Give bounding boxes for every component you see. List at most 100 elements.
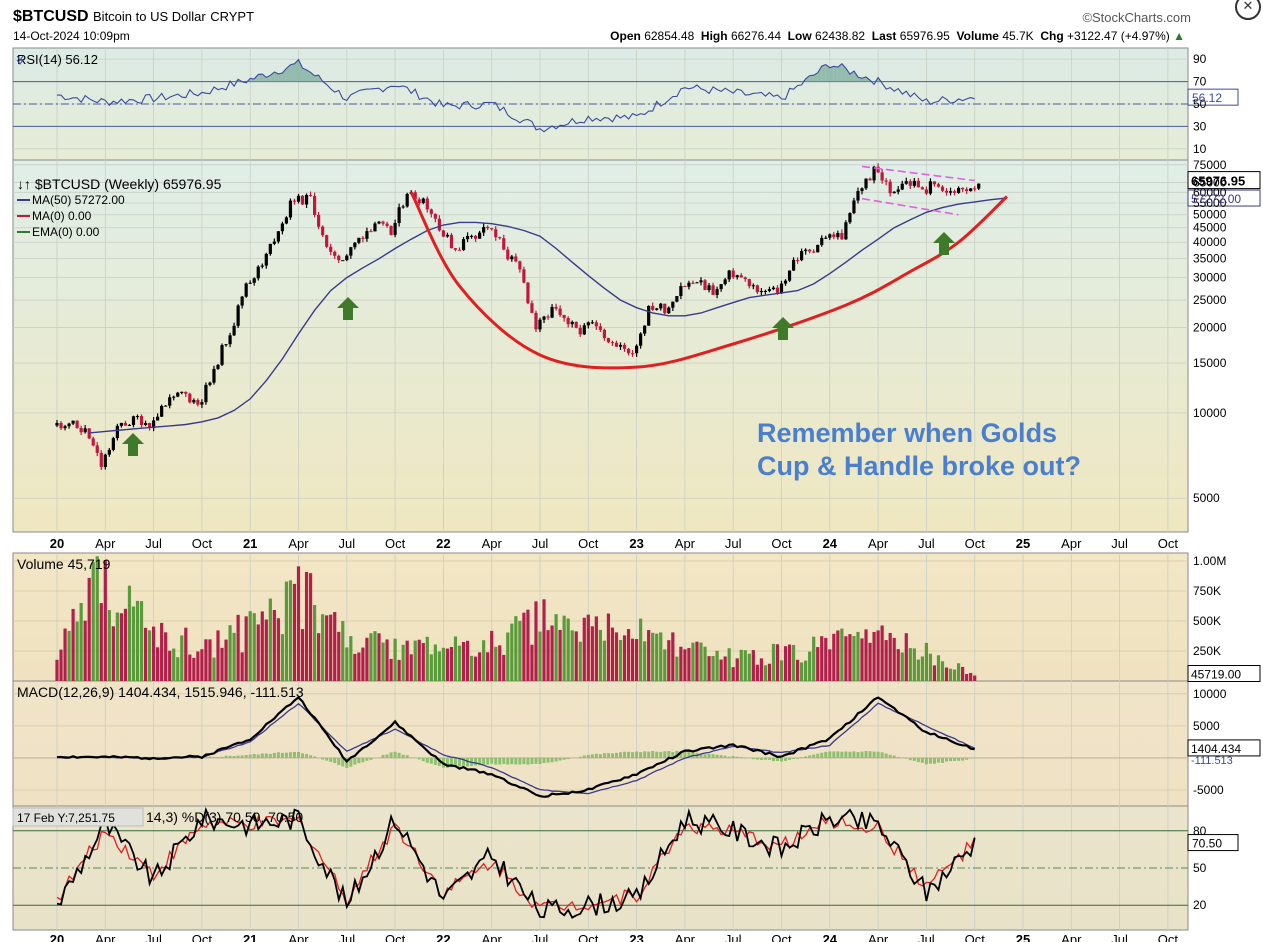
volume-bar: [59, 649, 63, 681]
price-candle: [55, 422, 59, 426]
volume-bar: [647, 630, 651, 681]
macd-histogram-bar: [276, 752, 280, 758]
volume-bar: [317, 633, 321, 681]
price-candle: [880, 172, 884, 181]
volume-bar: [888, 632, 892, 681]
macd-histogram-bar: [220, 756, 224, 758]
price-candle: [908, 181, 912, 186]
volume-bar: [723, 656, 727, 681]
macd-histogram-bar: [780, 757, 783, 762]
volume-bar: [566, 618, 570, 681]
macd-histogram-bar: [586, 754, 590, 758]
macd-histogram-bar: [936, 757, 940, 763]
macd-histogram-bar: [800, 757, 804, 758]
volume-bar: [904, 633, 908, 681]
price-candle: [973, 188, 977, 190]
price-candle: [469, 235, 474, 237]
volume-bar: [365, 637, 369, 681]
volume-bar: [783, 646, 788, 681]
macd-histogram-bar: [932, 757, 936, 764]
volume-bar: [413, 640, 417, 681]
price-candle: [626, 348, 631, 354]
volume-bar: [502, 654, 506, 681]
volume-bar: [586, 614, 590, 681]
price-candle: [188, 393, 192, 403]
price-candle: [900, 183, 904, 190]
price-tick-label: 75000: [1193, 158, 1227, 172]
volume-bar: [79, 602, 83, 681]
rsi-overbought-fill: [833, 66, 838, 82]
date-axis-label-bottom: 25: [1016, 932, 1030, 942]
price-candle: [924, 189, 928, 194]
price-candle: [655, 308, 659, 310]
price-candle: [79, 428, 83, 433]
price-candle: [184, 391, 188, 394]
volume-bar: [333, 612, 337, 681]
price-candle: [896, 189, 900, 192]
volume-bar: [812, 636, 816, 681]
date-axis-label: Apr: [1061, 536, 1082, 551]
up-arrow-icon: ▲: [1173, 29, 1185, 43]
price-candle: [333, 251, 337, 256]
macd-histogram-bar: [896, 756, 900, 758]
macd-histogram-bar: [486, 757, 490, 765]
symbol-header: $BTCUSD Bitcoin to US Dollar CRYPT: [13, 8, 254, 26]
macd-histogram-bar: [309, 755, 313, 758]
volume-bar: [292, 583, 297, 681]
price-candle: [449, 234, 454, 249]
price-candle: [510, 256, 514, 260]
volume-bar: [252, 613, 256, 681]
macd-histogram-bar: [212, 756, 216, 758]
volume-bar: [264, 619, 268, 681]
volume-bar: [948, 668, 953, 681]
price-candle: [325, 235, 329, 247]
volume-bar: [755, 664, 759, 681]
macd-histogram-bar: [707, 753, 711, 758]
volume-bar: [510, 623, 514, 681]
volume-bar: [944, 667, 949, 681]
macd-histogram-bar: [506, 757, 510, 765]
price-candle: [675, 296, 679, 302]
macd-histogram-bar: [510, 757, 514, 765]
date-axis-label-bottom: Jul: [145, 932, 162, 942]
macd-histogram-bar: [892, 755, 896, 758]
volume-bar: [115, 612, 119, 681]
volume-bar: [554, 614, 558, 681]
price-candle: [695, 282, 699, 284]
volume-bar: [498, 645, 502, 681]
price-candle: [844, 222, 848, 240]
price-candle: [727, 270, 731, 280]
price-candle: [490, 228, 494, 230]
price-candle: [168, 397, 172, 406]
volume-bar: [405, 640, 409, 681]
price-candle: [731, 270, 735, 278]
macd-histogram-bar: [808, 755, 812, 758]
volume-bar: [872, 631, 876, 681]
price-candle: [743, 277, 747, 280]
price-candle: [196, 400, 200, 405]
price-tick-label: 25000: [1193, 293, 1227, 307]
volume-bar: [244, 616, 248, 681]
price-candle: [502, 238, 506, 250]
macd-histogram-bar: [385, 754, 389, 758]
price-candle: [204, 384, 208, 403]
macd-histogram-bar: [655, 751, 659, 758]
volume-bar: [916, 659, 920, 681]
date-axis-label-bottom: Jul: [725, 932, 742, 942]
price-candle: [779, 283, 784, 293]
date-axis-label-bottom: Oct: [1158, 932, 1179, 942]
volume-bar: [546, 630, 550, 681]
price-candle: [836, 232, 840, 238]
price-candle: [912, 180, 916, 186]
macd-histogram-bar: [904, 757, 908, 759]
volume-bar: [703, 646, 707, 681]
price-candle: [393, 223, 397, 235]
volume-bar: [828, 649, 832, 681]
price-candle: [699, 280, 703, 283]
price-candle: [365, 231, 369, 239]
volume-bar: [707, 656, 711, 681]
macd-histogram-bar: [610, 753, 614, 758]
macd-histogram-bar: [715, 754, 719, 758]
brand-logo[interactable]: ©StockCharts.com: [1082, 10, 1191, 25]
volume-bar: [610, 627, 615, 681]
